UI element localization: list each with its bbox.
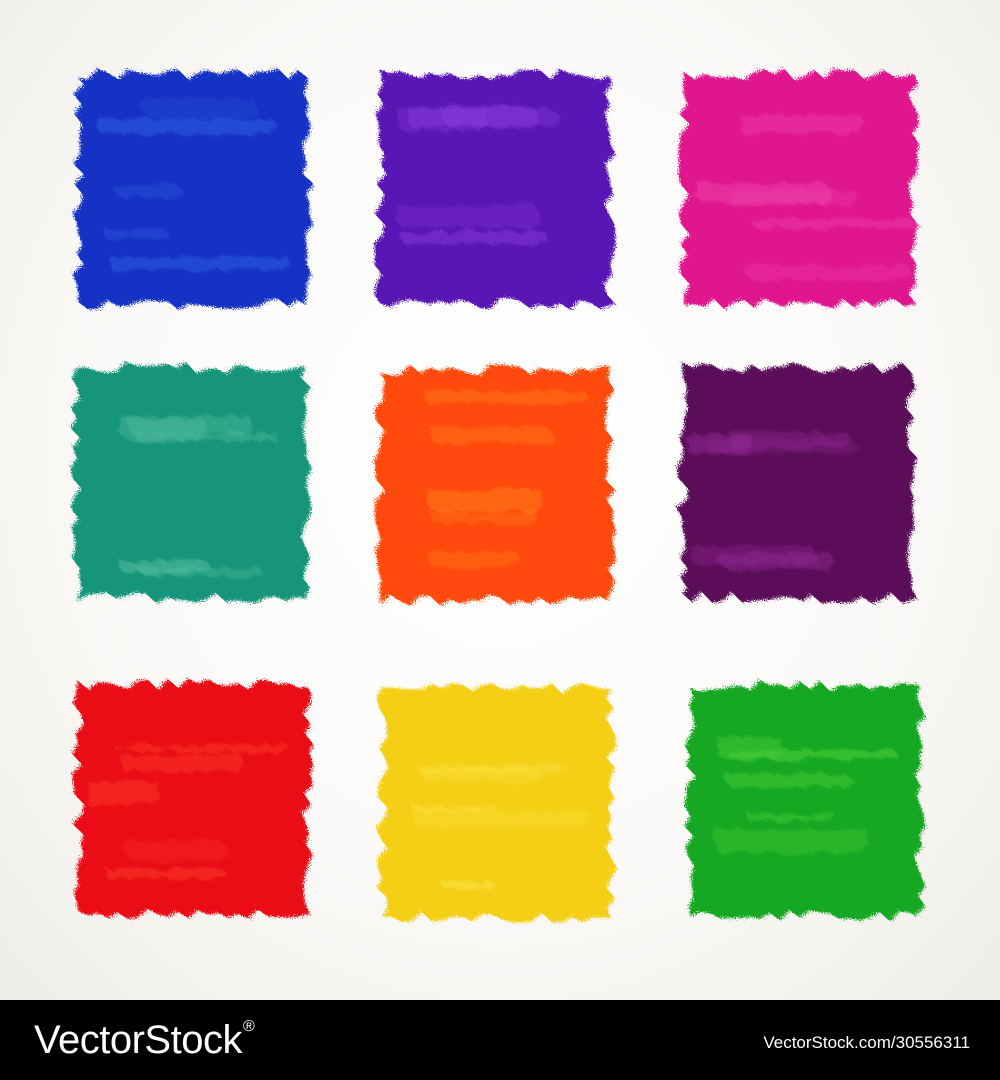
image-reference: VectorStock.com/30556311 — [763, 1033, 970, 1052]
watermark-footer: VectorStock® VectorStock.com/30556311 — [0, 1000, 1000, 1080]
plum-paint-streak — [684, 433, 752, 455]
green-paint-fill — [684, 680, 926, 922]
green-paint-streak — [711, 826, 869, 856]
paint-swatch-canvas — [0, 0, 1000, 1000]
red-paint-swatch — [72, 678, 314, 920]
teal-paint-swatch — [70, 362, 312, 604]
red-paint-streak — [122, 837, 230, 865]
violet-paint-swatch — [374, 69, 616, 310]
plum-paint-swatch — [676, 362, 918, 604]
orange-paint-swatch — [374, 364, 616, 606]
plum-paint-streak — [689, 544, 818, 567]
yellow-paint-fill — [376, 683, 618, 923]
blue-paint-swatch — [72, 68, 314, 310]
green-paint-swatch — [684, 680, 926, 922]
brand-name: VectorStock — [34, 1018, 242, 1062]
magenta-paint-swatch — [678, 68, 923, 310]
red-paint-streak — [87, 779, 161, 807]
vectorstock-logo[interactable]: VectorStock® — [34, 1018, 255, 1063]
registered-mark: ® — [242, 1018, 255, 1035]
violet-paint-streak — [397, 106, 487, 134]
yellow-paint-swatch — [376, 683, 618, 923]
